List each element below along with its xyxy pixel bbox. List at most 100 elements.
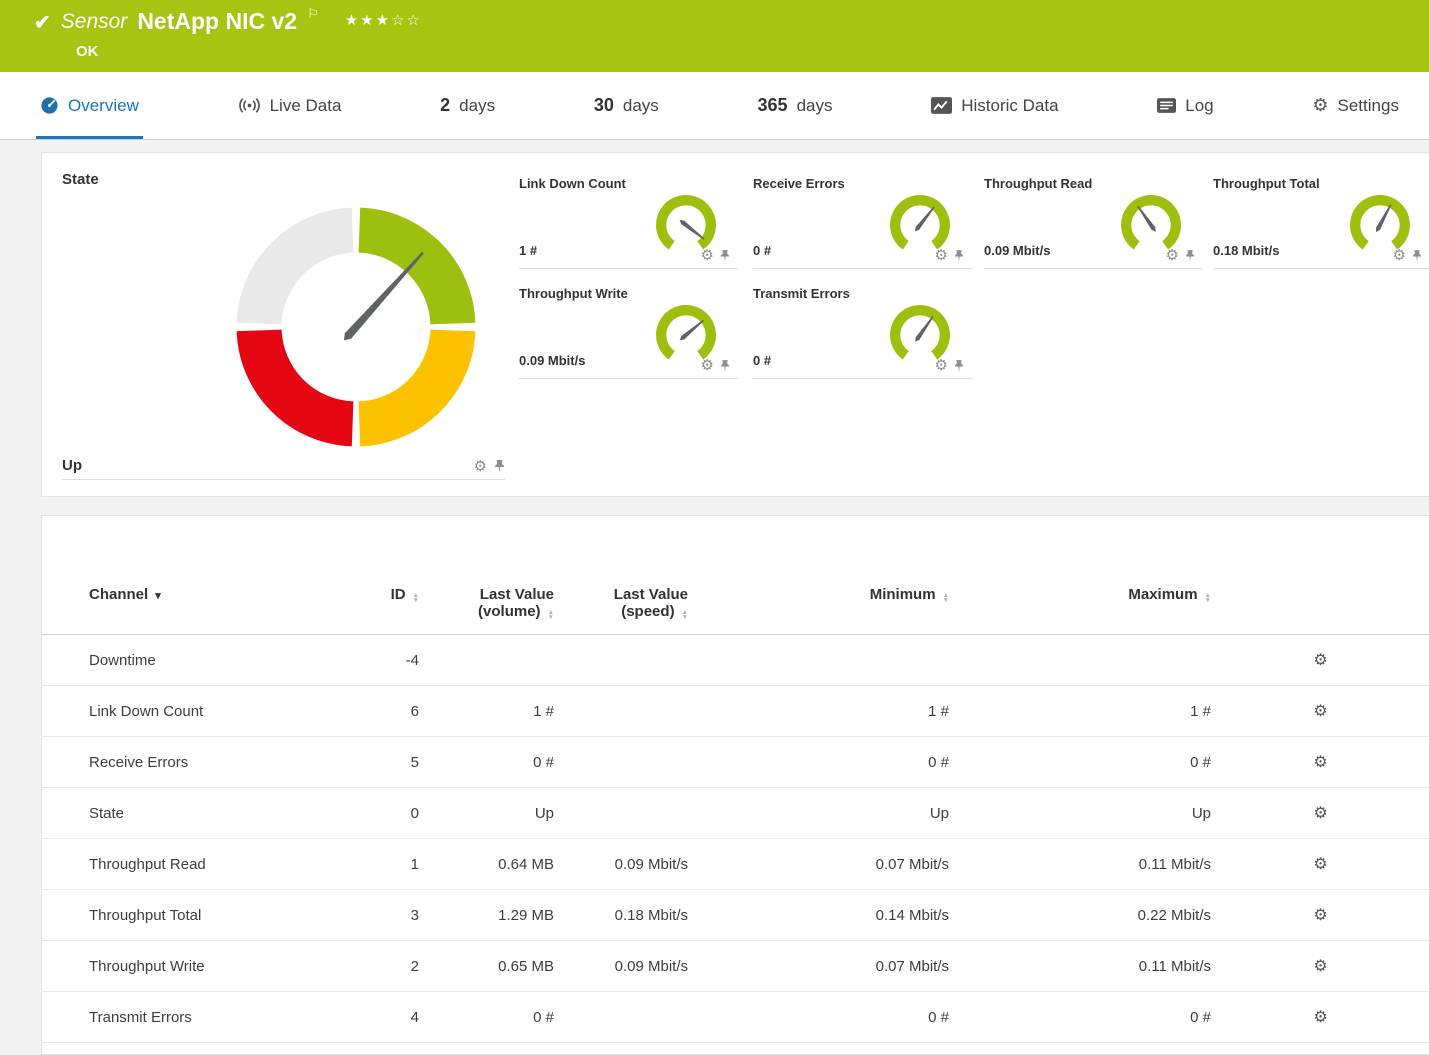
maximum-value: 0.22 Mbit/s — [949, 890, 1211, 941]
column-header-maximum[interactable]: Maximum▲▼ — [949, 580, 1211, 635]
column-header-settings — [1211, 580, 1429, 635]
tab-log[interactable]: Log — [1153, 72, 1217, 139]
sort-icon: ▲▼ — [943, 593, 949, 603]
channel-name: Throughput Total — [42, 890, 372, 941]
channel-settings-gear-icon[interactable]: ⚙ — [1313, 856, 1327, 873]
channel-settings-gear-icon[interactable]: ⚙ — [1313, 907, 1327, 924]
last-value-volume: 0 # — [419, 992, 554, 1043]
mini-gauge-tile: Throughput Read 0.09 Mbit/s ⚙ — [984, 176, 1203, 269]
channel-settings-gear-icon[interactable]: ⚙ — [474, 459, 487, 474]
tab-live-data[interactable]: Live Data — [234, 72, 346, 139]
channel-name: Throughput Read — [42, 839, 372, 890]
last-value-volume — [419, 635, 554, 686]
channel-name: Transmit Errors — [42, 992, 372, 1043]
minimum-value — [688, 635, 949, 686]
channel-name: Link Down Count — [42, 686, 372, 737]
priority-flag-icon[interactable]: ⚐ — [307, 6, 319, 22]
sensor-header: ✔ Sensor NetApp NIC v2 ⚐ ★★★☆☆ OK — [0, 0, 1429, 72]
channel-settings-gear-icon[interactable]: ⚙ — [1166, 248, 1179, 263]
channel-settings-gear-icon[interactable]: ⚙ — [1313, 703, 1327, 720]
mini-gauge-tile: Throughput Write 0.09 Mbit/s ⚙ — [519, 286, 738, 379]
channel-settings-gear-icon[interactable]: ⚙ — [701, 248, 714, 263]
channel-settings-gear-icon[interactable]: ⚙ — [935, 358, 948, 373]
last-value-volume: 0.65 MB — [419, 941, 554, 992]
column-header-channel[interactable]: Channel▾ — [42, 580, 372, 635]
tab-settings[interactable]: ⚙ Settings — [1308, 72, 1403, 139]
content-area: State Up ⚙ Link Down Count — [0, 140, 1429, 1055]
channel-settings-gear-icon[interactable]: ⚙ — [1393, 248, 1406, 263]
tab-365-days[interactable]: 365 days — [754, 72, 837, 139]
column-label: (volume) — [478, 603, 541, 620]
channel-settings-gear-icon[interactable]: ⚙ — [1313, 805, 1327, 822]
table-row: Receive Errors 5 0 # 0 # 0 # ⚙ — [42, 737, 1429, 788]
tab-historic-data[interactable]: Historic Data — [927, 72, 1062, 139]
column-label: (speed) — [621, 603, 674, 620]
minimum-value: Up — [688, 788, 949, 839]
tab-label: Overview — [68, 96, 139, 116]
mini-gauge-tile: Throughput Total 0.18 Mbit/s ⚙ — [1213, 176, 1429, 269]
log-icon — [1157, 98, 1176, 113]
last-value-speed — [554, 788, 688, 839]
state-value: Up — [62, 457, 82, 474]
column-label: Minimum — [870, 586, 936, 603]
pin-icon[interactable] — [494, 459, 505, 474]
priority-stars[interactable]: ★★★☆☆ — [345, 11, 422, 29]
column-label: Last Value — [554, 586, 688, 603]
maximum-value: 0 # — [949, 992, 1211, 1043]
channel-settings-gear-icon[interactable]: ⚙ — [1313, 652, 1327, 669]
sort-icon: ▲▼ — [413, 593, 419, 603]
channel-settings-gear-icon[interactable]: ⚙ — [1313, 754, 1327, 771]
sensor-title: NetApp NIC v2 — [137, 8, 297, 35]
channel-id: 4 — [372, 992, 419, 1043]
mini-gauge-value: 0.18 Mbit/s — [1213, 243, 1279, 258]
pin-icon[interactable] — [1412, 249, 1422, 263]
column-header-last-value-speed[interactable]: Last Value (speed)▲▼ — [554, 580, 688, 635]
prtg-sensor-page: ✔ Sensor NetApp NIC v2 ⚐ ★★★☆☆ OK Overvi… — [0, 0, 1429, 1055]
gauges-panel: State Up ⚙ Link Down Count — [41, 152, 1429, 497]
table-row: Downtime -4 ⚙ — [42, 635, 1429, 686]
last-value-speed: 0.09 Mbit/s — [554, 941, 688, 992]
column-header-minimum[interactable]: Minimum ▲▼ — [688, 580, 949, 635]
channel-settings-gear-icon[interactable]: ⚙ — [1313, 1009, 1327, 1026]
channel-settings-gear-icon[interactable]: ⚙ — [935, 248, 948, 263]
last-value-speed — [554, 686, 688, 737]
gear-icon: ⚙ — [1312, 95, 1328, 116]
mini-gauge-value: 1 # — [519, 243, 537, 258]
table-row: Transmit Errors 4 0 # 0 # 0 # ⚙ — [42, 992, 1429, 1043]
channel-id: 1 — [372, 839, 419, 890]
column-label: ID — [391, 586, 406, 603]
channel-id: 5 — [372, 737, 419, 788]
mini-gauge-title: Throughput Total — [1213, 176, 1320, 191]
object-kind-label: Sensor — [61, 10, 128, 34]
tab-bar: Overview Live Data 2 days 30 days 365 da… — [0, 72, 1429, 140]
tab-label: Live Data — [270, 96, 342, 116]
chart-icon — [931, 97, 952, 114]
tab-30-days[interactable]: 30 days — [590, 72, 663, 139]
mini-gauge-value: 0 # — [753, 353, 771, 368]
mini-gauge-title: Throughput Write — [519, 286, 628, 301]
last-value-speed: 0.09 Mbit/s — [554, 839, 688, 890]
channel-id: 0 — [372, 788, 419, 839]
gauge-icon — [40, 96, 59, 115]
pin-icon[interactable] — [954, 249, 964, 263]
channel-name: Throughput Write — [42, 941, 372, 992]
pin-icon[interactable] — [1185, 249, 1195, 263]
tab-2-days[interactable]: 2 days — [436, 72, 499, 139]
column-header-id[interactable]: ID ▲▼ — [372, 580, 419, 635]
state-gauge-needle — [341, 250, 426, 343]
column-header-last-value-volume[interactable]: Last Value (volume)▲▼ — [419, 580, 554, 635]
minimum-value: 0 # — [688, 992, 949, 1043]
pin-icon[interactable] — [954, 359, 964, 373]
pin-icon[interactable] — [720, 249, 730, 263]
channel-name: Downtime — [42, 635, 372, 686]
chevron-down-icon: ▾ — [155, 590, 161, 602]
channel-settings-gear-icon[interactable]: ⚙ — [1313, 958, 1327, 975]
mini-gauge-title: Throughput Read — [984, 176, 1092, 191]
minimum-value: 1 # — [688, 686, 949, 737]
pin-icon[interactable] — [720, 359, 730, 373]
tab-overview[interactable]: Overview — [36, 72, 143, 139]
sensor-status-text: OK — [76, 43, 99, 60]
channel-settings-gear-icon[interactable]: ⚙ — [701, 358, 714, 373]
tab-number: 365 — [758, 95, 788, 116]
last-value-volume: 0 # — [419, 737, 554, 788]
